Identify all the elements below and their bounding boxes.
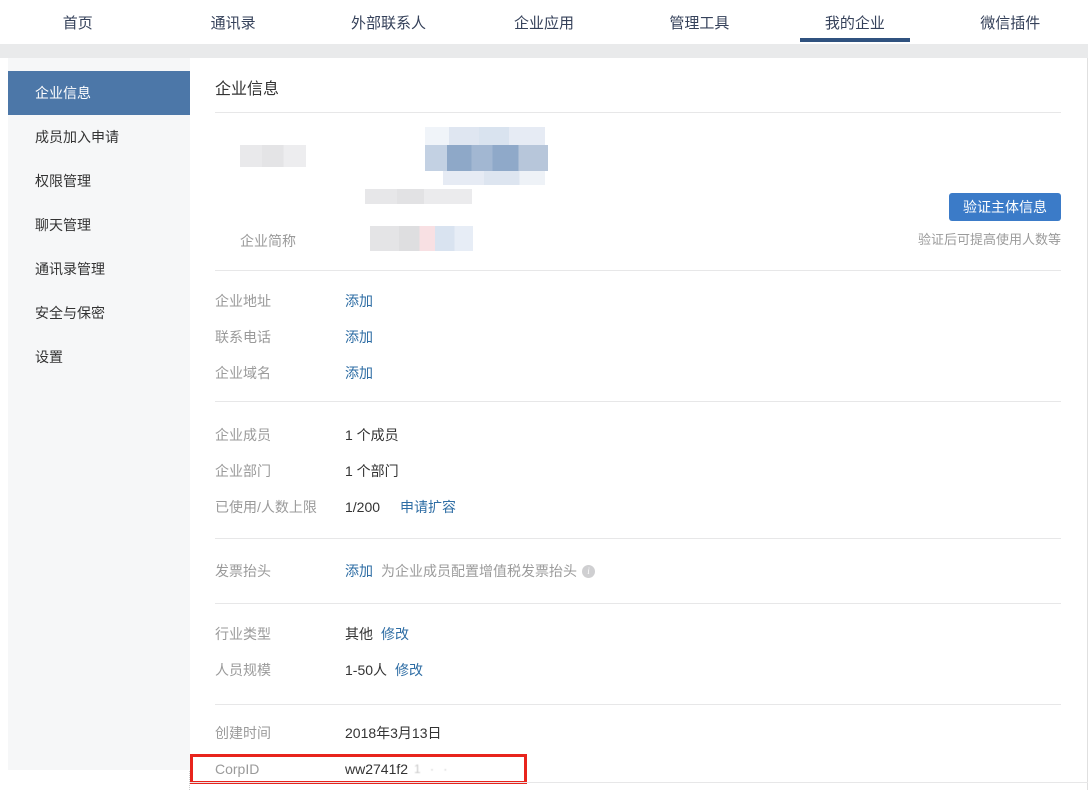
- members-count: 1 个成员: [345, 425, 399, 445]
- corpid-value: ww2741f2: [345, 761, 408, 777]
- sidebar-item-enterprise-info[interactable]: 企业信息: [8, 71, 190, 115]
- section-members: 企业成员 1 个成员 企业部门 1 个部门 已使用/人数上限 1/200 申请扩…: [215, 401, 1061, 538]
- section-meta: 创建时间 2018年3月13日 CorpID ww2741f2 1 · ·: [215, 704, 1061, 790]
- verify-hint-text: 验证后可提高使用人数等: [918, 229, 1061, 248]
- nav-item-contacts[interactable]: 通讯录: [155, 0, 310, 44]
- info-icon[interactable]: i: [582, 565, 595, 578]
- row-label: 联系电话: [215, 327, 345, 347]
- invoice-note: 为企业成员配置增值税发票抬头: [381, 561, 577, 581]
- verify-subject-info-button[interactable]: 验证主体信息: [949, 193, 1061, 221]
- sidebar-item-member-join-request[interactable]: 成员加入申请: [8, 115, 190, 159]
- row-created-time: 创建时间 2018年3月13日: [215, 715, 1061, 751]
- row-enterprise-address: 企业地址 添加: [215, 283, 1061, 319]
- nav-label: 微信插件: [980, 12, 1040, 33]
- sidebar-item-chat-management[interactable]: 聊天管理: [8, 203, 190, 247]
- request-expansion-link[interactable]: 申请扩容: [400, 497, 456, 517]
- nav-item-external-contacts[interactable]: 外部联系人: [311, 0, 466, 44]
- row-label: 行业类型: [215, 624, 345, 644]
- row-usage-quota: 已使用/人数上限 1/200 申请扩容: [215, 489, 1061, 525]
- nav-item-wechat-plugin[interactable]: 微信插件: [933, 0, 1088, 44]
- nav-label: 首页: [63, 12, 93, 33]
- add-domain-link[interactable]: 添加: [345, 363, 373, 383]
- blurred-enterprise-logo: [240, 145, 306, 167]
- enterprise-profile-block: 企业简称 验证主体信息 验证后可提高使用人数等: [215, 113, 1061, 270]
- row-enterprise-domain: 企业域名 添加: [215, 355, 1061, 391]
- blurred-enterprise-name: [425, 127, 545, 145]
- blurred-enterprise-name: [425, 145, 548, 171]
- short-name-label: 企业简称: [240, 231, 296, 251]
- sidebar-item-label: 通讯录管理: [35, 259, 105, 279]
- section-invoice: 发票抬头 添加 为企业成员配置增值税发票抬头 i: [215, 538, 1061, 603]
- row-label: CorpID: [215, 761, 345, 777]
- nav-item-enterprise-apps[interactable]: 企业应用: [466, 0, 621, 44]
- top-navigation: 首页 通讯录 外部联系人 企业应用 管理工具 我的企业 微信插件: [0, 0, 1088, 44]
- section-contact-info: 企业地址 添加 联系电话 添加 企业域名 添加: [215, 270, 1061, 401]
- sidebar-item-label: 设置: [35, 347, 63, 367]
- row-label: 企业成员: [215, 425, 345, 445]
- sidebar-item-label: 权限管理: [35, 171, 91, 191]
- quota-value: 1/200: [345, 499, 380, 515]
- add-address-link[interactable]: 添加: [345, 291, 373, 311]
- nav-label: 通讯录: [211, 12, 256, 33]
- edit-scale-link[interactable]: 修改: [395, 660, 423, 680]
- row-enterprise-members: 企业成员 1 个成员: [215, 417, 1061, 453]
- main-content: 企业信息 企业简称 验证主体信息 验证后可提高使用人数等 企业地址 添加 联系电…: [190, 58, 1088, 790]
- bottom-divider: [190, 782, 1088, 783]
- row-staff-scale: 人员规模 1-50人 修改: [215, 652, 1061, 688]
- sidebar-item-label: 成员加入申请: [35, 127, 119, 147]
- row-label: 企业部门: [215, 461, 345, 481]
- page-title: 企业信息: [215, 58, 1061, 112]
- sidebar-item-label: 聊天管理: [35, 215, 91, 235]
- row-label: 创建时间: [215, 723, 345, 743]
- row-enterprise-departments: 企业部门 1 个部门: [215, 453, 1061, 489]
- scale-value: 1-50人: [345, 660, 387, 680]
- blurred-enterprise-name: [443, 171, 545, 185]
- add-invoice-link[interactable]: 添加: [345, 561, 373, 581]
- created-date-value: 2018年3月13日: [345, 723, 442, 743]
- row-label: 已使用/人数上限: [215, 497, 345, 517]
- row-label: 企业地址: [215, 291, 345, 311]
- departments-count: 1 个部门: [345, 461, 399, 481]
- sidebar-item-label: 安全与保密: [35, 303, 105, 323]
- sidebar-item-settings[interactable]: 设置: [8, 335, 190, 379]
- blurred-short-name-value: [370, 226, 473, 251]
- nav-divider-band: [0, 44, 1088, 58]
- nav-item-home[interactable]: 首页: [0, 0, 155, 44]
- sidebar: 企业信息 成员加入申请 权限管理 聊天管理 通讯录管理 安全与保密 设置: [0, 58, 190, 790]
- row-contact-phone: 联系电话 添加: [215, 319, 1061, 355]
- blurred-enterprise-subtext: [365, 189, 472, 204]
- sidebar-item-security-privacy[interactable]: 安全与保密: [8, 291, 190, 335]
- sidebar-item-label: 企业信息: [35, 83, 91, 103]
- nav-item-my-enterprise[interactable]: 我的企业: [777, 0, 932, 44]
- nav-item-admin-tools[interactable]: 管理工具: [622, 0, 777, 44]
- sidebar-item-contacts-management[interactable]: 通讯录管理: [8, 247, 190, 291]
- corpid-redacted-tail: 1 · ·: [414, 762, 450, 776]
- nav-label: 我的企业: [825, 12, 885, 33]
- row-label: 企业域名: [215, 363, 345, 383]
- industry-value: 其他: [345, 624, 373, 644]
- row-industry-type: 行业类型 其他 修改: [215, 616, 1061, 652]
- sidebar-item-permission-management[interactable]: 权限管理: [8, 159, 190, 203]
- row-invoice-title: 发票抬头 添加 为企业成员配置增值税发票抬头 i: [215, 553, 1061, 589]
- add-phone-link[interactable]: 添加: [345, 327, 373, 347]
- nav-label: 外部联系人: [351, 12, 426, 33]
- row-label: 发票抬头: [215, 561, 345, 581]
- sidebar-panel: 企业信息 成员加入申请 权限管理 聊天管理 通讯录管理 安全与保密 设置: [8, 58, 190, 770]
- nav-label: 企业应用: [514, 12, 574, 33]
- nav-label: 管理工具: [669, 12, 729, 33]
- edit-industry-link[interactable]: 修改: [381, 624, 409, 644]
- active-tab-underline: [800, 38, 910, 42]
- section-industry: 行业类型 其他 修改 人员规模 1-50人 修改: [215, 603, 1061, 704]
- row-label: 人员规模: [215, 660, 345, 680]
